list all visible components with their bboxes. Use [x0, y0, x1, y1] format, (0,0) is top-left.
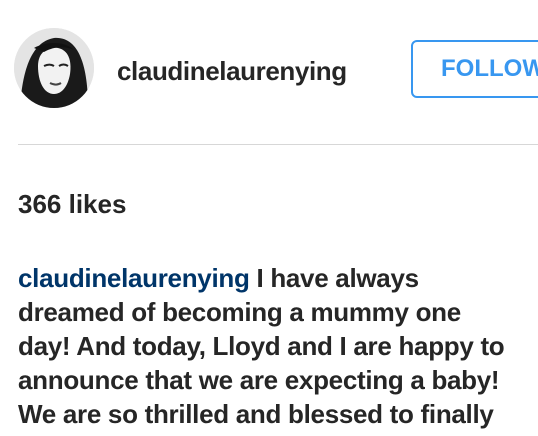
caption-first-line-text: I have always — [249, 263, 419, 293]
caption-line-2: dreamed of becoming a mummy one — [18, 297, 461, 327]
caption-line-3: day! And today, Lloyd and I are happy to — [18, 331, 505, 361]
follow-button[interactable]: FOLLOW — [411, 40, 538, 98]
caption-line-1: claudinelaurenying I have always — [18, 261, 538, 295]
caption-line-5: We are so thrilled and blessed to finall… — [18, 399, 494, 429]
post-header: claudinelaurenying FOLLOW — [0, 0, 538, 140]
post-caption: claudinelaurenying I have always dreamed… — [18, 261, 538, 431]
caption-author-link[interactable]: claudinelaurenying — [18, 263, 250, 293]
caption-line-4: announce that we are expecting a baby! — [18, 365, 500, 395]
likes-count[interactable]: 366 likes — [18, 189, 126, 220]
divider — [18, 144, 538, 145]
post-username[interactable]: claudinelaurenying — [117, 56, 347, 87]
avatar-image — [14, 28, 94, 108]
avatar[interactable] — [14, 28, 94, 108]
